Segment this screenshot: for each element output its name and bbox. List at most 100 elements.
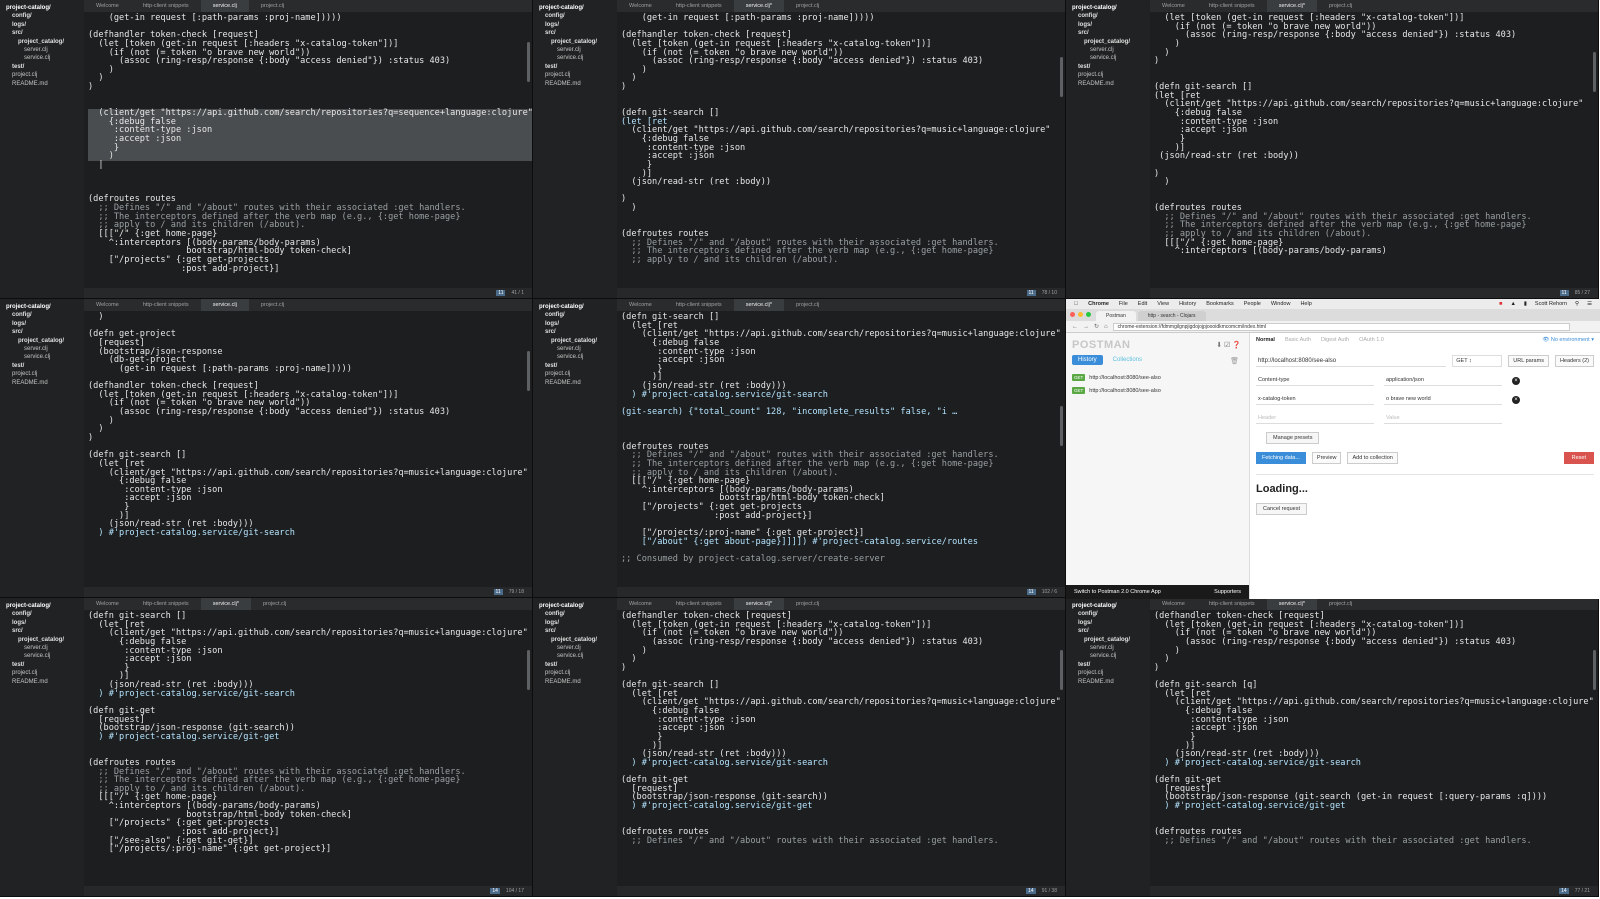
editor-tab[interactable]: project.clj <box>1317 598 1364 610</box>
url-input[interactable]: chrome-extension://fdmmgilgnpjigdojojpjo… <box>1112 322 1570 331</box>
file-tree-file[interactable]: README.md <box>539 678 617 686</box>
menu-edit[interactable]: Edit <box>1138 301 1147 307</box>
file-tree-folder[interactable]: project_catalog/ <box>539 38 617 46</box>
file-tree-file[interactable]: project.clj <box>6 669 84 677</box>
file-tree-folder[interactable]: logs/ <box>539 21 617 29</box>
minimize-window-button[interactable] <box>1078 312 1083 317</box>
tab-normal[interactable]: Normal <box>1256 337 1275 343</box>
scrollbar-thumb[interactable] <box>1593 650 1596 690</box>
file-tree-file[interactable]: README.md <box>539 80 617 88</box>
file-tree-folder[interactable]: config/ <box>6 311 84 319</box>
file-tree-folder[interactable]: project-catalog/ <box>539 303 617 311</box>
manage-presets-button[interactable]: Manage presets <box>1266 432 1320 444</box>
file-tree-folder[interactable]: config/ <box>539 12 617 20</box>
editor-tab[interactable]: service.clj* <box>733 598 784 610</box>
file-tree-file[interactable]: README.md <box>539 379 617 387</box>
headers-button[interactable]: Headers (2) <box>1554 355 1594 367</box>
file-tree-folder[interactable]: project-catalog/ <box>539 602 617 610</box>
tab-oauth[interactable]: OAuth 1.0 <box>1359 337 1384 343</box>
menu-people[interactable]: People <box>1244 301 1261 307</box>
file-tree-folder[interactable]: project_catalog/ <box>539 636 617 644</box>
tab-history[interactable]: History <box>1072 355 1103 365</box>
file-tree-folder[interactable]: project_catalog/ <box>6 337 84 345</box>
scrollbar-thumb[interactable] <box>1060 650 1063 690</box>
file-tree-folder[interactable]: src/ <box>1072 29 1150 37</box>
file-tree-folder[interactable]: project-catalog/ <box>6 4 84 12</box>
header-value-input[interactable]: application/json <box>1384 375 1502 386</box>
code-editor[interactable]: ) (defn get-project [request] (bootstrap/… <box>84 311 532 587</box>
file-tree-file[interactable]: service.clj <box>539 353 617 361</box>
browser-tab-postman[interactable]: Postman <box>1096 311 1136 321</box>
editor-tab[interactable]: service.clj <box>200 299 249 311</box>
editor-tab[interactable]: http-client snippets <box>664 0 734 12</box>
code-editor[interactable]: (get-in request [:path-params :proj-name… <box>617 12 1065 288</box>
code-editor[interactable]: (let [token (get-in request [:headers "x… <box>1150 12 1598 288</box>
editor-tab[interactable]: service.clj* <box>733 299 784 311</box>
file-tree-folder[interactable]: project_catalog/ <box>6 636 84 644</box>
file-tree-file[interactable]: server.clj <box>1072 46 1150 54</box>
help-icon[interactable]: ❓ <box>1232 342 1241 349</box>
file-tree-file[interactable]: project.clj <box>539 370 617 378</box>
file-tree-folder[interactable]: test/ <box>539 661 617 669</box>
editor-tab[interactable]: Welcome <box>617 598 664 610</box>
file-tree-folder[interactable]: config/ <box>6 610 84 618</box>
file-tree-folder[interactable]: test/ <box>6 362 84 370</box>
editor-tab[interactable]: service.clj* <box>200 598 251 610</box>
editor-tab[interactable]: http-client snippets <box>131 299 201 311</box>
file-tree-folder[interactable]: logs/ <box>6 21 84 29</box>
file-tree-file[interactable]: server.clj <box>539 345 617 353</box>
remove-header-icon[interactable]: × <box>1512 376 1520 385</box>
file-tree-folder[interactable]: config/ <box>539 610 617 618</box>
editor-tab[interactable]: Welcome <box>617 299 664 311</box>
spotlight-icon[interactable]: ⚲ <box>1575 301 1579 307</box>
file-tree-folder[interactable]: config/ <box>1072 610 1150 618</box>
file-tree-folder[interactable]: test/ <box>539 362 617 370</box>
code-editor[interactable]: (defn git-search [] (let [ret (client/ge… <box>84 610 532 886</box>
editor-tab[interactable]: service.clj* <box>733 0 784 12</box>
new-header-value-input[interactable]: Value <box>1384 413 1502 424</box>
file-tree-file[interactable]: project.clj <box>1072 71 1150 79</box>
file-tree-folder[interactable]: logs/ <box>1072 619 1150 627</box>
trash-icon[interactable]: 🗑 <box>1230 357 1239 365</box>
editor-tab[interactable]: project.clj <box>249 299 296 311</box>
file-tree-folder[interactable]: src/ <box>6 29 84 37</box>
menu-window[interactable]: Window <box>1271 301 1291 307</box>
editor-tab[interactable]: service.clj* <box>1266 598 1317 610</box>
environment-select[interactable]: 👁 No environment ▾ <box>1542 337 1594 343</box>
file-tree-folder[interactable]: src/ <box>539 29 617 37</box>
scrollbar-thumb[interactable] <box>527 351 530 391</box>
editor-tab[interactable]: http-client snippets <box>1197 598 1267 610</box>
file-tree-folder[interactable]: src/ <box>6 328 84 336</box>
file-tree-folder[interactable]: project_catalog/ <box>539 337 617 345</box>
file-tree-file[interactable]: server.clj <box>539 46 617 54</box>
tab-basic-auth[interactable]: Basic Auth <box>1285 337 1311 343</box>
editor-tab[interactable]: project.clj <box>784 598 831 610</box>
file-tree-folder[interactable]: logs/ <box>6 619 84 627</box>
back-icon[interactable]: ← <box>1072 324 1078 330</box>
scrollbar-thumb[interactable] <box>527 650 530 690</box>
editor-tab[interactable]: Welcome <box>84 0 131 12</box>
menu-history[interactable]: History <box>1179 301 1196 307</box>
editor-tab[interactable]: Welcome <box>84 299 131 311</box>
file-tree-folder[interactable]: project-catalog/ <box>1072 602 1150 610</box>
scrollbar-thumb[interactable] <box>1060 406 1063 446</box>
scrollbar-thumb[interactable] <box>1593 52 1596 92</box>
remove-header-icon[interactable]: × <box>1512 395 1520 404</box>
menu-file[interactable]: File <box>1119 301 1128 307</box>
file-tree-file[interactable]: README.md <box>1072 678 1150 686</box>
record-icon[interactable]: ■ <box>1499 301 1502 307</box>
file-tree-file[interactable]: project.clj <box>6 370 84 378</box>
file-tree-folder[interactable]: logs/ <box>6 320 84 328</box>
code-editor[interactable]: (defn git-search [] (let [ret (client/ge… <box>617 311 1065 587</box>
file-tree-file[interactable]: service.clj <box>6 652 84 660</box>
new-header-key-input[interactable]: Header <box>1256 413 1374 424</box>
file-tree-file[interactable]: server.clj <box>6 46 84 54</box>
scrollbar-thumb[interactable] <box>1060 57 1063 97</box>
history-item[interactable]: GET http://localhost:8080/see-also <box>1066 384 1249 397</box>
file-tree-file[interactable]: server.clj <box>539 644 617 652</box>
battery-icon[interactable]: ▮ <box>1524 301 1527 307</box>
editor-tab[interactable]: Welcome <box>1150 598 1197 610</box>
editor-tab[interactable]: service.clj <box>200 0 249 12</box>
file-tree-file[interactable]: server.clj <box>6 345 84 353</box>
file-tree-folder[interactable]: project_catalog/ <box>1072 38 1150 46</box>
